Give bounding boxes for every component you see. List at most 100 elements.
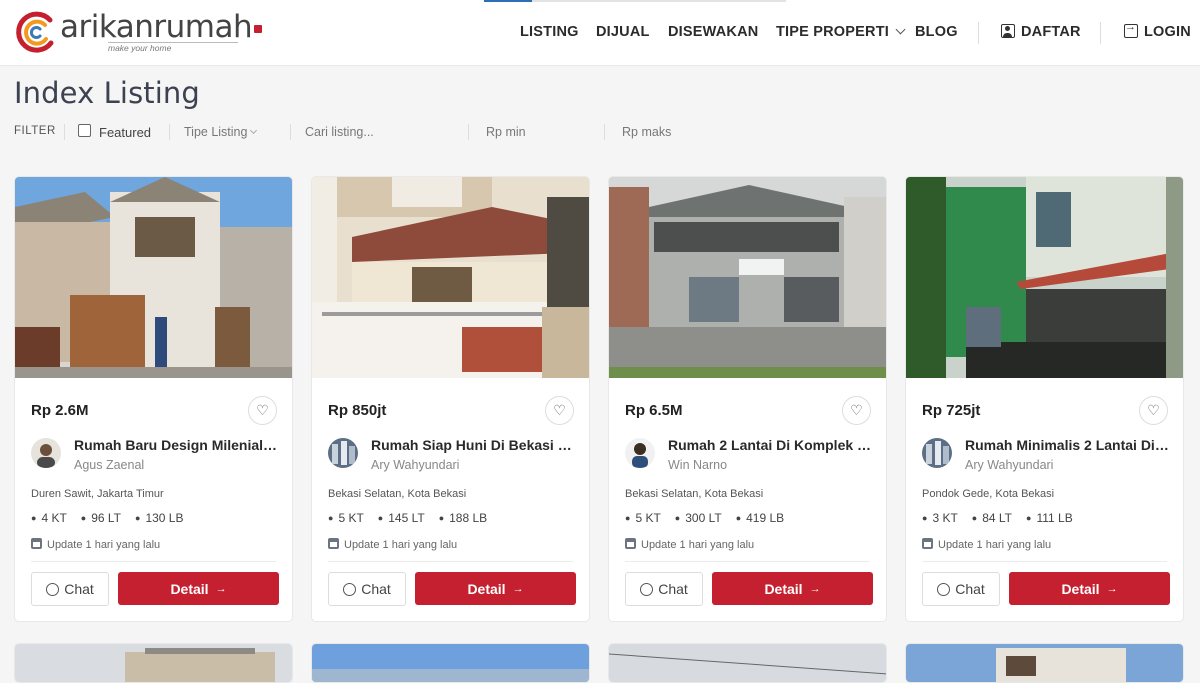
spec-bedrooms: 5 KT	[328, 511, 363, 525]
agent-name: Ary Wahyundari	[965, 458, 1054, 472]
listing-specs: 4 KT 96 LT 130 LB	[31, 511, 183, 525]
listing-price: Rp 725jt	[922, 402, 981, 419]
chevron-down-icon	[250, 126, 258, 135]
listing-location: Duren Sawit, Jakarta Timur	[31, 488, 164, 500]
chat-button[interactable]: Chat	[31, 572, 109, 606]
property-photo[interactable]	[312, 177, 590, 378]
detail-button[interactable]: Detail →	[118, 572, 279, 605]
spec-land-area: 300 LT	[675, 511, 721, 525]
chat-label: Chat	[64, 581, 94, 597]
arrow-right-icon: →	[809, 582, 821, 595]
listing-location: Pondok Gede, Kota Bekasi	[922, 488, 1055, 500]
listing-title[interactable]: Rumah Minimalis 2 Lantai Di Pondok Gede	[965, 437, 1170, 453]
whatsapp-icon	[937, 582, 951, 596]
listing-card-partial[interactable]	[14, 643, 293, 683]
agent-avatar	[625, 438, 655, 468]
filter-divider	[468, 124, 469, 140]
calendar-icon	[625, 538, 636, 549]
filter-label: FILTER	[14, 125, 56, 137]
nav-divider	[978, 22, 979, 44]
listing-card[interactable]: Rp 2.6M ♡ Rumah Baru Design Milenial Di …	[14, 176, 293, 622]
spec-bedrooms: 4 KT	[31, 511, 66, 525]
chat-button[interactable]: Chat	[625, 572, 703, 606]
filter-divider	[604, 124, 605, 140]
listing-title[interactable]: Rumah Siap Huni Di Bekasi Selatan	[371, 437, 576, 453]
featured-checkbox[interactable]	[78, 124, 91, 137]
calendar-icon	[31, 538, 42, 549]
agent-name: Ary Wahyundari	[371, 458, 460, 472]
login-link[interactable]: LOGIN	[1124, 21, 1191, 40]
whatsapp-icon	[343, 582, 357, 596]
favorite-heart-icon[interactable]: ♡	[842, 396, 871, 425]
property-photo[interactable]	[312, 644, 590, 683]
listing-location: Bekasi Selatan, Kota Bekasi	[328, 488, 467, 500]
listing-card[interactable]: Rp 850jt ♡ Rumah Siap Huni Di Bekasi Sel…	[311, 176, 590, 622]
listing-location: Bekasi Selatan, Kota Bekasi	[625, 488, 764, 500]
favorite-heart-icon[interactable]: ♡	[1139, 396, 1168, 425]
detail-button[interactable]: Detail →	[1009, 572, 1170, 605]
site-logo[interactable]: arikanrumah make your home	[14, 10, 263, 54]
login-label: LOGIN	[1144, 24, 1191, 40]
chat-button[interactable]: Chat	[328, 572, 406, 606]
update-time: Update 1 hari yang lalu	[31, 538, 160, 551]
nav-listing[interactable]: LISTING	[520, 24, 579, 40]
spec-building-area: 419 LB	[736, 511, 784, 525]
update-time-label: Update 1 hari yang lalu	[47, 539, 161, 551]
listing-card[interactable]: Rp 725jt ♡ Rumah Minimalis 2 Lantai Di P…	[905, 176, 1184, 622]
agent-avatar	[328, 438, 358, 468]
card-divider	[625, 561, 870, 562]
listing-price: Rp 2.6M	[31, 402, 89, 419]
spec-building-area: 188 LB	[439, 511, 487, 525]
calendar-icon	[922, 538, 933, 549]
listing-card-partial[interactable]	[905, 643, 1184, 683]
price-max-input[interactable]: Rp maks	[622, 125, 671, 139]
chat-button[interactable]: Chat	[922, 572, 1000, 606]
nav-tipe-properti-label: TIPE PROPERTI	[776, 24, 889, 40]
listing-card[interactable]: Rp 6.5M ♡ Rumah 2 Lantai Di Komplek Beka…	[608, 176, 887, 622]
spec-land-area: 145 LT	[378, 511, 424, 525]
agent-name: Agus Zaenal	[74, 458, 145, 472]
detail-label: Detail	[467, 580, 506, 597]
property-photo[interactable]	[906, 644, 1184, 683]
search-listing-input[interactable]: Cari listing...	[305, 125, 374, 139]
listing-card-partial[interactable]	[608, 643, 887, 683]
listing-card-partial[interactable]	[311, 643, 590, 683]
listing-specs: 5 KT 145 LT 188 LB	[328, 511, 487, 525]
nav-dijual[interactable]: DIJUAL	[596, 24, 650, 40]
chat-label: Chat	[955, 581, 985, 597]
listing-title[interactable]: Rumah 2 Lantai Di Komplek Bekasi Selatan	[668, 437, 873, 453]
detail-label: Detail	[1061, 580, 1100, 597]
property-photo[interactable]	[15, 644, 293, 683]
listing-title[interactable]: Rumah Baru Design Milenial Di Duren Sawi…	[74, 437, 279, 453]
price-min-input[interactable]: Rp min	[486, 125, 526, 139]
page-title: Index Listing	[14, 76, 200, 110]
detail-label: Detail	[170, 580, 209, 597]
nav-tipe-properti[interactable]: TIPE PROPERTI	[776, 24, 906, 40]
whatsapp-icon	[640, 582, 654, 596]
chat-label: Chat	[361, 581, 391, 597]
listing-type-select[interactable]: Tipe Listing	[184, 125, 258, 139]
login-icon	[1124, 21, 1138, 38]
favorite-heart-icon[interactable]: ♡	[248, 396, 277, 425]
property-photo[interactable]	[609, 177, 887, 378]
card-divider	[31, 561, 276, 562]
property-photo[interactable]	[609, 644, 887, 683]
logo-mark-icon	[16, 11, 54, 53]
nav-disewakan[interactable]: DISEWAKAN	[668, 24, 758, 40]
listing-price: Rp 850jt	[328, 402, 387, 419]
favorite-heart-icon[interactable]: ♡	[545, 396, 574, 425]
register-link[interactable]: DAFTAR	[1001, 24, 1081, 40]
spec-bedrooms: 3 KT	[922, 511, 957, 525]
update-time: Update 1 hari yang lalu	[922, 538, 1051, 551]
agent-avatar	[922, 438, 952, 468]
nav-divider	[1100, 22, 1101, 44]
chevron-down-icon	[895, 24, 906, 35]
listing-specs: 3 KT 84 LT 111 LB	[922, 511, 1072, 525]
detail-button[interactable]: Detail →	[415, 572, 576, 605]
brand-dot	[254, 24, 263, 33]
nav-blog[interactable]: BLOG	[915, 24, 958, 40]
filter-divider	[169, 124, 170, 140]
property-photo[interactable]	[15, 177, 293, 378]
property-photo[interactable]	[906, 177, 1184, 378]
detail-button[interactable]: Detail →	[712, 572, 873, 605]
